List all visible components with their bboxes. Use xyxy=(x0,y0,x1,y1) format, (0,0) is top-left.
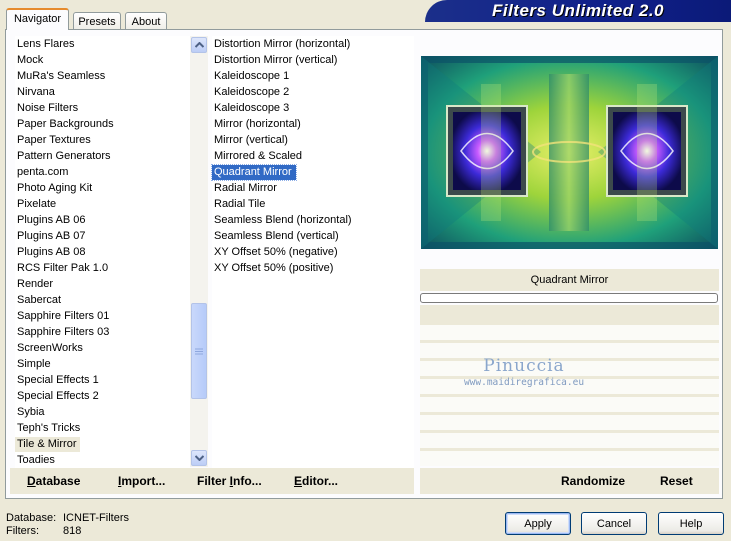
editor-link[interactable]: Editor... xyxy=(294,474,338,488)
app-banner: Filters Unlimited 2.0 xyxy=(425,0,731,22)
category-list-item[interactable]: Noise Filters xyxy=(15,101,82,116)
category-list-item[interactable]: MuRa's Seamless xyxy=(15,69,109,84)
watermark: Pinuccia www.maidiregrafica.eu xyxy=(462,356,586,388)
watermark-url: www.maidiregrafica.eu xyxy=(463,377,585,388)
filters-value: 818 xyxy=(63,525,82,537)
left-link-bar: Database Import... Filter Info... Editor… xyxy=(10,468,414,494)
tab-navigator[interactable]: Navigator xyxy=(6,8,69,30)
category-list-item[interactable]: Plugins AB 07 xyxy=(15,229,90,244)
category-list-item[interactable]: Special Effects 1 xyxy=(15,373,103,388)
parameter-row xyxy=(420,433,719,448)
filter-list-item[interactable]: Distortion Mirror (horizontal) xyxy=(212,37,354,52)
category-list-item[interactable]: Simple xyxy=(15,357,55,372)
category-list-item[interactable]: penta.com xyxy=(15,165,72,180)
category-list-item[interactable]: Plugins AB 08 xyxy=(15,245,90,260)
category-list-item[interactable]: Special Effects 2 xyxy=(15,389,103,404)
cancel-button[interactable]: Cancel xyxy=(581,512,647,535)
category-list-item[interactable]: ScreenWorks xyxy=(15,341,87,356)
category-list-item[interactable]: Sapphire Filters 03 xyxy=(15,325,113,340)
import-link[interactable]: Import... xyxy=(118,474,165,488)
filter-list-item[interactable]: Quadrant Mirror xyxy=(211,164,297,181)
filter-list[interactable]: Distortion Mirror (horizontal) Distortion… xyxy=(211,36,414,468)
category-list-item[interactable]: Plugins AB 06 xyxy=(15,213,90,228)
category-list-item[interactable]: Sybia xyxy=(15,405,49,420)
category-list-item[interactable]: RCS Filter Pak 1.0 xyxy=(15,261,112,276)
app-title: Filters Unlimited 2.0 xyxy=(491,1,665,20)
filter-list-item[interactable]: Mirrored & Scaled xyxy=(212,149,306,164)
category-list-item[interactable]: Paper Backgrounds xyxy=(15,117,118,132)
parameter-row xyxy=(420,451,719,466)
parameter-row xyxy=(420,415,719,430)
scroll-up-button[interactable] xyxy=(191,37,207,53)
apply-button[interactable]: Apply xyxy=(505,512,571,535)
filter-list-item[interactable]: XY Offset 50% (negative) xyxy=(212,245,342,260)
filter-list-item[interactable]: Mirror (horizontal) xyxy=(212,117,305,132)
category-list-item[interactable]: Sabercat xyxy=(15,293,65,308)
category-list-item[interactable]: Render xyxy=(15,277,57,292)
category-list-item[interactable]: Toadies xyxy=(15,453,59,468)
category-list-item[interactable]: Sapphire Filters 01 xyxy=(15,309,113,324)
filters-label: Filters: xyxy=(6,525,39,537)
filter-list-item[interactable]: Radial Mirror xyxy=(212,181,281,196)
filter-list-item[interactable]: Kaleidoscope 2 xyxy=(212,85,293,100)
selected-filter-name-strip: Quadrant Mirror xyxy=(420,269,719,291)
parameter-row xyxy=(420,325,719,340)
selected-filter-name: Quadrant Mirror xyxy=(530,274,609,286)
scroll-down-button[interactable] xyxy=(191,450,207,466)
randomize-link[interactable]: Randomize xyxy=(561,474,625,488)
filter-list-item[interactable]: Radial Tile xyxy=(212,197,269,212)
category-list-item[interactable]: Pixelate xyxy=(15,197,60,212)
grip-icon xyxy=(195,348,203,355)
category-list-item[interactable]: Lens Flares xyxy=(15,37,78,52)
filter-list-item[interactable]: XY Offset 50% (positive) xyxy=(212,261,337,276)
category-list-item[interactable]: Photo Aging Kit xyxy=(15,181,96,196)
category-list[interactable]: Lens Flares Mock MuRa's Seamless Nirvana Noi… xyxy=(15,36,190,468)
category-list-item[interactable]: Nirvana xyxy=(15,85,59,100)
category-list-item[interactable]: Teph's Tricks xyxy=(15,421,84,436)
preview-image xyxy=(421,56,718,249)
filter-list-item[interactable]: Mirror (vertical) xyxy=(212,133,292,148)
filter-list-item[interactable]: Seamless Blend (vertical) xyxy=(212,229,343,244)
category-list-item[interactable]: Paper Textures xyxy=(15,133,95,148)
database-link[interactable]: Database xyxy=(27,474,80,488)
filter-info-link[interactable]: Filter Info... xyxy=(197,474,262,488)
filter-list-item[interactable]: Distortion Mirror (vertical) xyxy=(212,53,341,68)
right-link-bar: Randomize Reset xyxy=(420,468,719,494)
category-list-item[interactable]: Pattern Generators xyxy=(15,149,115,164)
filter-list-item[interactable]: Seamless Blend (horizontal) xyxy=(212,213,356,228)
scroll-thumb[interactable] xyxy=(191,303,207,399)
reset-link[interactable]: Reset xyxy=(660,474,693,488)
progress-bar xyxy=(420,293,718,303)
category-scrollbar[interactable] xyxy=(190,36,208,467)
parameter-row xyxy=(420,397,719,412)
category-list-item[interactable]: Mock xyxy=(15,53,47,68)
filter-list-item[interactable]: Kaleidoscope 1 xyxy=(212,69,293,84)
filter-list-item[interactable]: Kaleidoscope 3 xyxy=(212,101,293,116)
arrow-down-icon xyxy=(194,455,204,461)
database-value: ICNET-Filters xyxy=(63,512,129,524)
help-button[interactable]: Help xyxy=(658,512,724,535)
database-label: Database: xyxy=(6,512,57,524)
arrow-up-icon xyxy=(194,42,204,48)
watermark-name: Pinuccia xyxy=(483,356,565,376)
category-list-item[interactable]: Tile & Mirror xyxy=(15,437,81,452)
